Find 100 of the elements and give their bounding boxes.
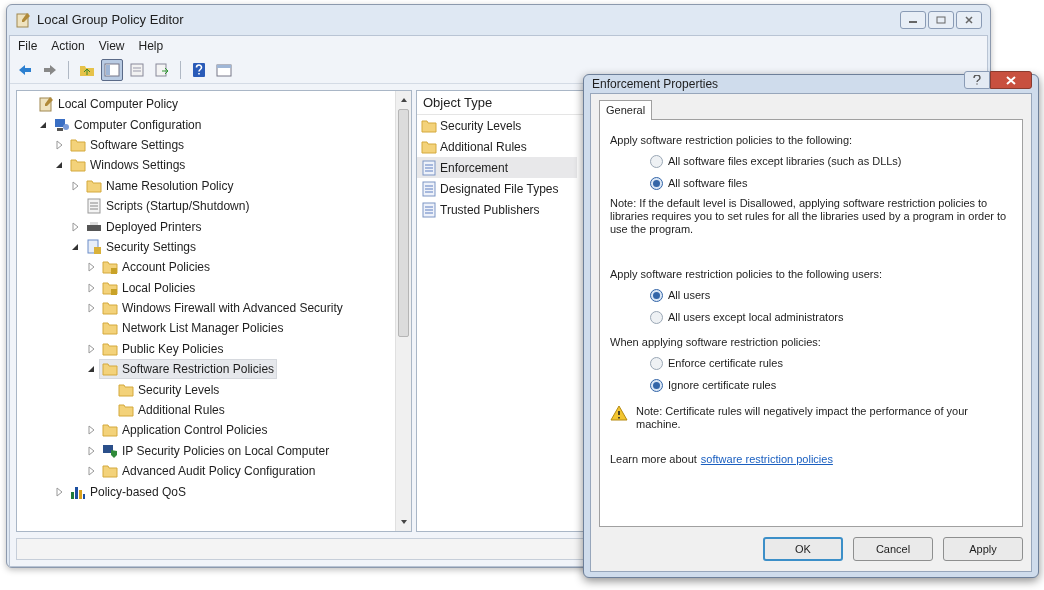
minimize-button[interactable] — [900, 11, 926, 29]
note-text: Note: If the default level is Disallowed, applying software restriction policies to libraries requires you to set rules for all the libraries used by a program in order to use the program. — [610, 196, 1008, 236]
collapsed-arrow-icon[interactable] — [85, 281, 97, 294]
folder-icon — [421, 117, 437, 134]
help-icon — [973, 75, 981, 85]
folder-icon — [70, 136, 86, 153]
tree-item[interactable]: Policy-based QoS — [67, 481, 190, 502]
tree-item[interactable]: Local Computer Policy — [35, 94, 182, 115]
collapsed-arrow-icon[interactable] — [85, 342, 97, 355]
folder-icon — [102, 300, 118, 317]
radio-button[interactable] — [650, 177, 663, 190]
collapsed-arrow-icon[interactable] — [85, 424, 97, 437]
tree-item[interactable]: Deployed Printers — [83, 216, 205, 237]
policy-icon — [38, 96, 54, 113]
menu-item[interactable]: Help — [138, 37, 164, 55]
section-heading: Apply software restriction policies to the following users: — [610, 266, 884, 282]
tree-item[interactable]: Software Settings — [67, 134, 188, 155]
option-label[interactable]: All software files except libraries (such as DLLs) — [668, 153, 902, 170]
tree-item[interactable]: Application Control Policies — [99, 420, 271, 441]
option-label[interactable]: All users — [668, 286, 711, 304]
radio-button[interactable] — [650, 155, 663, 168]
document-icon — [421, 201, 437, 218]
folder-icon — [102, 320, 118, 337]
option-label[interactable]: Enforce certificate rules — [668, 355, 783, 372]
collapsed-arrow-icon[interactable] — [53, 138, 65, 151]
list-item[interactable]: Additional Rules — [417, 136, 577, 157]
option-label[interactable]: All users except local administrators — [668, 308, 844, 326]
policy-icon — [15, 12, 31, 28]
help-link[interactable]: software restriction policies — [700, 450, 833, 467]
folder-icon — [86, 177, 102, 194]
close-button[interactable] — [956, 11, 982, 29]
dialog-button[interactable]: OK — [763, 537, 843, 561]
folder-icon — [118, 402, 134, 419]
tree-item[interactable]: Computer Configuration — [51, 114, 205, 135]
console-window-icon — [216, 61, 232, 78]
section-heading: Apply software restriction policies to the following: — [610, 133, 854, 148]
folder-icon — [102, 422, 118, 439]
dialog-title: Enforcement Properties — [592, 76, 719, 93]
tree-item[interactable]: Name Resolution Policy — [83, 175, 237, 196]
tree-pane-icon — [104, 61, 120, 78]
tree-item[interactable]: Local Policies — [99, 277, 199, 298]
collapsed-arrow-icon[interactable] — [69, 220, 81, 233]
tree-item[interactable]: Security Settings — [83, 236, 200, 257]
collapsed-arrow-icon[interactable] — [85, 465, 97, 478]
tree-item[interactable]: Advanced Audit Policy Configuration — [99, 461, 319, 482]
dialog-button[interactable]: Apply — [943, 537, 1023, 561]
close-icon — [1006, 75, 1016, 85]
collapsed-arrow-icon[interactable] — [85, 444, 97, 457]
maximize-button[interactable] — [928, 11, 954, 29]
section-heading: When applying software restriction policies: — [610, 335, 822, 350]
script-icon — [86, 198, 102, 215]
radio-button[interactable] — [650, 310, 663, 324]
help-button[interactable] — [964, 71, 990, 89]
tree-item[interactable]: Network List Manager Policies — [99, 318, 287, 339]
tree-item[interactable]: Windows Settings — [67, 155, 189, 176]
close-icon — [964, 16, 974, 24]
list-item[interactable]: Designated File Types — [417, 178, 577, 199]
option-label[interactable]: Ignore certificate rules — [668, 377, 777, 394]
menu-item[interactable]: View — [98, 37, 125, 55]
tree-pane-button[interactable] — [101, 58, 123, 81]
scroll-down-icon — [399, 518, 408, 526]
radio-button[interactable] — [650, 379, 663, 392]
tree-item[interactable]: Scripts (Startup/Shutdown) — [83, 196, 253, 217]
collapsed-arrow-icon[interactable] — [85, 261, 97, 274]
menu-item[interactable]: File — [18, 37, 38, 55]
tree-item[interactable]: Software Restriction Policies — [99, 359, 278, 380]
tab[interactable]: General — [599, 100, 653, 120]
radio-button[interactable] — [650, 357, 663, 370]
radio-button[interactable] — [650, 288, 663, 302]
collapsed-arrow-icon[interactable] — [53, 485, 65, 498]
folder-icon — [118, 381, 134, 398]
tree-item[interactable]: Account Policies — [99, 257, 214, 278]
security-icon — [86, 238, 102, 255]
collapsed-arrow-icon[interactable] — [85, 302, 97, 315]
maximize-icon — [936, 16, 946, 24]
list-item[interactable]: Security Levels — [417, 115, 577, 136]
help-icon — [191, 61, 207, 78]
list-item[interactable]: Enforcement — [417, 157, 577, 178]
folder-lock-icon — [102, 259, 118, 276]
close-button[interactable] — [990, 71, 1032, 89]
dialog-button[interactable]: Cancel — [853, 537, 933, 561]
collapsed-arrow-icon[interactable] — [69, 179, 81, 192]
scrollbar[interactable] — [395, 91, 411, 531]
scroll-up-icon — [399, 96, 408, 104]
tree-item[interactable]: Additional Rules — [115, 400, 228, 421]
option-label[interactable]: All software files — [668, 175, 748, 192]
tree-item[interactable]: Public Key Policies — [99, 338, 227, 359]
folder-lock-icon — [102, 279, 118, 296]
tree-item[interactable]: Security Levels — [115, 379, 223, 400]
learn-more-text: Learn more about — [610, 451, 697, 467]
folder-icon — [421, 138, 437, 155]
tree-item[interactable]: IP Security Policies on Local Computer — [99, 440, 333, 461]
window-title: Local Group Policy Editor — [37, 11, 184, 30]
properties-icon — [129, 61, 145, 78]
menu-item[interactable]: Action — [51, 37, 85, 55]
list-item[interactable]: Trusted Publishers — [417, 199, 577, 220]
folder-icon — [70, 157, 86, 174]
shield-computer-icon — [102, 442, 118, 459]
computer-icon — [54, 116, 70, 133]
tree-item[interactable]: Windows Firewall with Advanced Security — [99, 298, 346, 319]
